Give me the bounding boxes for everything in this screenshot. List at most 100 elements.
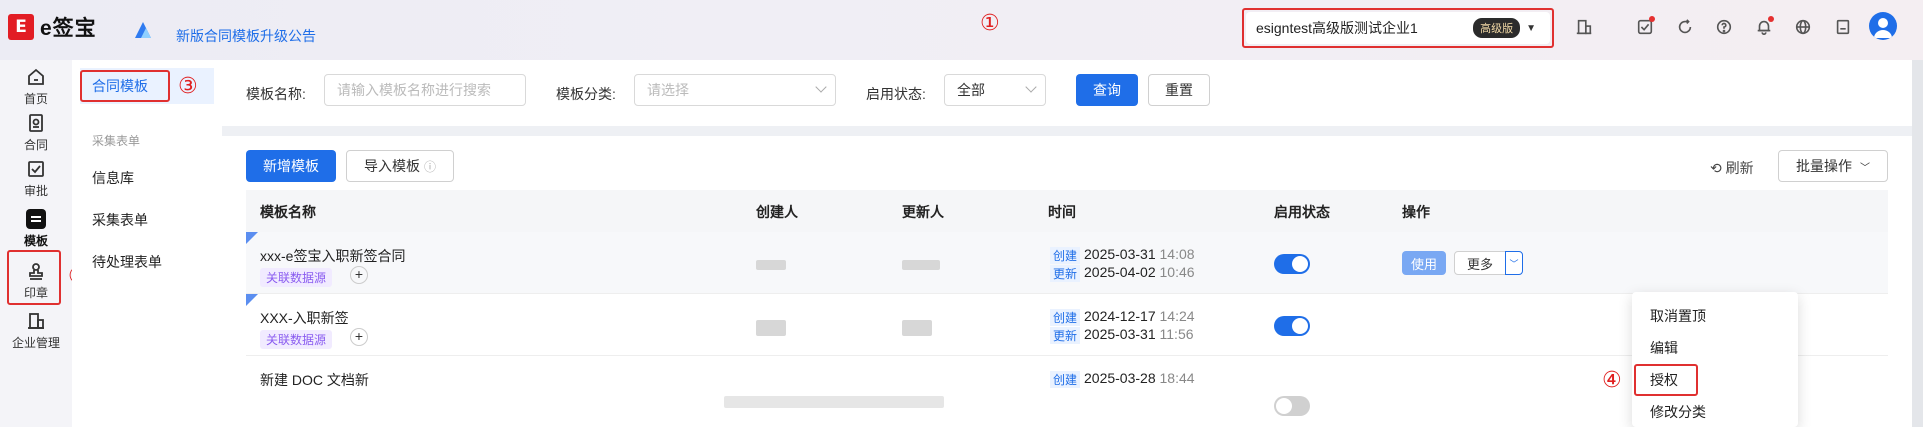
top-bar: E e签宝 新版合同模板升级公告 ① esigntest高级版测试企业1 高级版…: [0, 0, 1923, 60]
updated-time-value: 11:56: [1159, 326, 1194, 342]
category-select[interactable]: 请选择: [634, 74, 836, 106]
batch-label: 批量操作: [1796, 158, 1852, 174]
created-label: 创建: [1050, 371, 1081, 388]
query-button[interactable]: 查询: [1076, 74, 1138, 106]
template-name[interactable]: 新建 DOC 文档新: [260, 370, 369, 390]
created-time-value: 14:24: [1159, 308, 1195, 324]
home-icon: [28, 68, 44, 85]
menu-item-change-category[interactable]: 修改分类: [1650, 402, 1706, 422]
redacted-text: [724, 396, 944, 408]
scrollbar[interactable]: [1912, 60, 1923, 427]
announcement[interactable]: 新版合同模板升级公告: [132, 14, 316, 46]
header-template-name: 模板名称: [260, 204, 316, 220]
created-time: 2025-03-28 18:44: [1084, 370, 1195, 386]
refresh-icon[interactable]: [1674, 16, 1696, 38]
nav-item-enterprise[interactable]: 企业管理: [0, 304, 72, 358]
updated-time: 2025-04-02 10:46: [1084, 264, 1195, 280]
refresh-label: 刷新: [1725, 160, 1754, 176]
avatar[interactable]: [1869, 12, 1897, 40]
batch-operations-button[interactable]: 批量操作 ﹀: [1778, 150, 1888, 182]
nav-label: 模板: [23, 234, 48, 248]
updater-redacted: [902, 260, 940, 270]
nav-label: 合同: [23, 138, 48, 152]
reset-button[interactable]: 重置: [1148, 74, 1210, 106]
enable-toggle[interactable]: [1274, 396, 1310, 416]
template-name[interactable]: XXX-入职新签: [260, 308, 349, 328]
highlight-company: [1242, 8, 1554, 48]
nav-item-approval[interactable]: 审批: [0, 152, 72, 206]
nav-item-template[interactable]: 模板: [0, 202, 72, 256]
submenu-item-info-library[interactable]: 信息库: [92, 168, 134, 188]
chevron-down-icon: ﹀: [1860, 162, 1870, 174]
nav-label: 首页: [23, 92, 48, 106]
submenu-item-pending-form[interactable]: 待处理表单: [92, 252, 162, 272]
annotation-4: ④: [1602, 368, 1622, 393]
name-filter-label: 模板名称:: [246, 86, 306, 102]
template-icon: [26, 209, 46, 229]
logo-mark: E: [8, 14, 34, 40]
datasource-tag: 关联数据源: [260, 330, 333, 349]
more-chevron-icon[interactable]: ﹀: [1505, 251, 1523, 275]
enterprise-icon: [28, 313, 44, 329]
created-time-value: 14:08: [1159, 246, 1195, 262]
use-button[interactable]: 使用: [1402, 251, 1446, 275]
header-actions: 操作: [1402, 204, 1430, 220]
import-template-button[interactable]: 导入模板 ⓘ: [346, 150, 454, 182]
approval-icon: [28, 161, 44, 177]
announcement-text: 新版合同模板升级公告: [176, 28, 316, 44]
template-name[interactable]: xxx-e签宝入职新签合同: [260, 246, 405, 266]
pin-marker: [246, 294, 258, 306]
annotation-1: ①: [980, 11, 1000, 36]
enable-toggle[interactable]: [1274, 254, 1310, 274]
sub-menu: 合同模板 采集表单 信息库 采集表单 待处理表单: [72, 60, 222, 427]
category-filter-label: 模板分类:: [556, 86, 616, 102]
add-tag-button[interactable]: +: [350, 266, 368, 284]
status-filter-label: 启用状态:: [866, 86, 926, 102]
table-header: 模板名称 创建人 更新人 时间 启用状态 操作: [246, 190, 1888, 232]
logo-text: e签宝: [40, 17, 97, 40]
refresh-link[interactable]: ⟲ 刷新: [1710, 158, 1754, 178]
document-icon[interactable]: [1832, 16, 1854, 38]
updated-label: 更新: [1050, 327, 1081, 344]
help-icon[interactable]: [1713, 16, 1735, 38]
updater-redacted: [902, 320, 932, 336]
task-icon[interactable]: [1634, 16, 1656, 38]
datasource-tag: 关联数据源: [260, 268, 333, 287]
created-label: 创建: [1050, 247, 1081, 264]
info-icon: ⓘ: [423, 159, 436, 174]
notification-dot: [1768, 16, 1774, 22]
highlight-contract-template: [80, 70, 170, 102]
created-time-value: 18:44: [1159, 370, 1195, 386]
submenu-item-collect-form[interactable]: 采集表单: [92, 210, 148, 230]
import-label: 导入模板: [363, 158, 420, 174]
updated-date-value: 2025-04-02: [1084, 264, 1156, 280]
header-status: 启用状态: [1274, 204, 1330, 220]
creator-redacted: [756, 260, 786, 270]
globe-icon[interactable]: [1792, 16, 1814, 38]
status-select[interactable]: 全部: [944, 74, 1046, 106]
menu-item-unpin[interactable]: 取消置顶: [1650, 306, 1706, 326]
creator-redacted: [756, 320, 786, 336]
announcement-icon: [132, 19, 154, 41]
header-updater: 更新人: [902, 204, 944, 220]
more-button[interactable]: 更多: [1454, 251, 1506, 275]
template-name-input[interactable]: 请输入模板名称进行搜索: [324, 74, 526, 106]
annotation-3: ③: [178, 74, 198, 99]
chevron-down-icon: [815, 81, 827, 93]
menu-item-edit[interactable]: 编辑: [1650, 338, 1678, 358]
updated-time: 2025-03-31 11:56: [1084, 326, 1194, 342]
building-icon[interactable]: [1573, 16, 1595, 38]
add-tag-button[interactable]: +: [350, 328, 368, 346]
bell-icon[interactable]: [1753, 16, 1775, 38]
updated-time-value: 10:46: [1159, 264, 1195, 280]
add-template-button[interactable]: 新增模板: [246, 150, 336, 182]
table-row[interactable]: xxx-e签宝入职新签合同 关联数据源 + 创建 2025-03-31 14:0…: [246, 232, 1888, 294]
created-time: 2025-03-31 14:08: [1084, 246, 1195, 262]
enable-toggle[interactable]: [1274, 316, 1310, 336]
contract-icon: [29, 114, 43, 132]
category-placeholder: 请选择: [647, 82, 689, 98]
filter-bar: 模板名称: 请输入模板名称进行搜索 模板分类: 请选择 启用状态: 全部 查询 …: [222, 60, 1912, 126]
status-value: 全部: [957, 82, 985, 98]
notification-dot: [1649, 16, 1655, 22]
logo[interactable]: E e签宝: [8, 12, 97, 42]
